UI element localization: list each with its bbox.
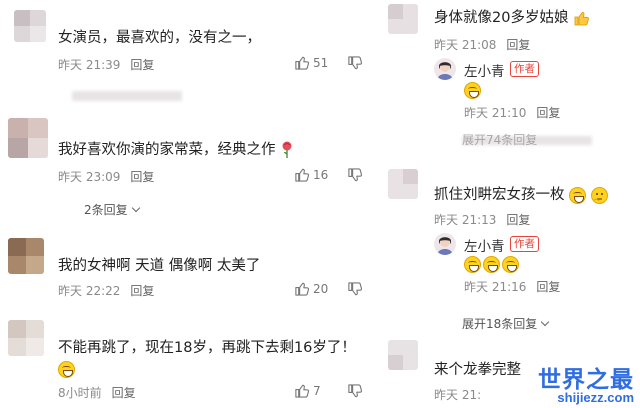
reply-button[interactable]: 回复 <box>536 106 560 120</box>
like-button[interactable]: 7 <box>294 383 321 398</box>
comment-meta: 8小时前 回复 <box>58 384 136 401</box>
comment-time: 昨天 21: <box>434 388 482 402</box>
grinning-emoji-icon <box>483 256 500 273</box>
avatar[interactable] <box>388 4 418 34</box>
avatar[interactable] <box>388 169 418 199</box>
avatar[interactable] <box>8 320 44 356</box>
thumbs-up-icon <box>295 168 309 182</box>
blurred-region <box>72 91 182 101</box>
comment-item: 女演员，最喜欢的，没有之一， 昨天 21:39 回复 51 <box>0 0 382 90</box>
avatar[interactable] <box>8 238 44 274</box>
avatar[interactable] <box>14 10 46 42</box>
reply-button[interactable]: 回复 <box>112 386 136 400</box>
comment-text: 抓住刘畊宏女孩一枚 <box>434 185 608 205</box>
reply-meta: 昨天 21:16 回复 <box>464 278 560 295</box>
comment-meta: 昨天 21:13 回复 <box>434 211 530 228</box>
author-avatar-image <box>437 62 453 80</box>
site-watermark: 世界之最 shijiezz.com <box>538 360 634 405</box>
chevron-down-icon <box>541 317 550 327</box>
comment-meta: 昨天 21: <box>434 386 481 403</box>
reply-time: 昨天 21:10 <box>464 106 527 120</box>
thumbs-up-emoji-icon <box>574 12 589 26</box>
comment-time: 昨天 21:08 <box>434 38 497 52</box>
laughing-emoji-icon <box>58 361 75 378</box>
comment-time: 昨天 23:09 <box>58 170 121 184</box>
thumbs-up-icon <box>295 384 309 398</box>
like-count: 20 <box>313 281 329 296</box>
like-count: 51 <box>313 55 329 70</box>
thinking-emoji-icon <box>590 186 608 204</box>
thumbs-up-icon <box>295 56 309 70</box>
thumbs-down-icon[interactable] <box>347 282 362 297</box>
like-button[interactable]: 51 <box>294 55 328 70</box>
thumbs-up-icon <box>295 282 309 296</box>
comment-item: 抓住刘畊宏女孩一枚 昨天 21:13 回复 左小青 作者 昨天 21:16 回复 展… <box>382 165 640 335</box>
comment-meta: 昨天 21:08 回复 <box>434 36 530 53</box>
like-count: 16 <box>313 167 329 182</box>
like-count: 7 <box>313 383 321 398</box>
chevron-down-icon <box>131 203 140 213</box>
comment-text: 我好喜欢你演的家常菜，经典之作 <box>58 140 294 160</box>
comment-time: 昨天 21:13 <box>434 213 497 227</box>
emoji-group <box>464 256 519 273</box>
comment-text: 我的女神啊 天道 偶像啊 太美了 <box>58 258 261 274</box>
expand-replies-button[interactable]: 展开74条回复 <box>462 131 537 148</box>
comment-time: 8小时前 <box>58 386 102 400</box>
comment-item: 不能再跳了，现在18岁，再跳下去剩16岁了！ 8小时前 回复 7 <box>0 312 382 408</box>
reply-button[interactable]: 回复 <box>130 58 154 72</box>
comment-list-right: 身体就像20多岁姑娘 昨天 21:08 回复 左小青 作者 昨天 21:10 回复 … <box>382 0 640 408</box>
grinning-emoji-icon <box>464 256 481 273</box>
author-avatar[interactable] <box>434 58 456 80</box>
thumbs-down-icon[interactable] <box>347 384 362 399</box>
reply-button[interactable]: 回复 <box>130 284 154 298</box>
laughing-emoji-icon <box>464 82 481 99</box>
comment-item: 身体就像20多岁姑娘 昨天 21:08 回复 左小青 作者 昨天 21:10 回复 … <box>382 0 640 160</box>
comment-text: 不能再跳了，现在18岁，再跳下去剩16岁了！ <box>58 340 356 356</box>
like-button[interactable]: 20 <box>294 281 328 296</box>
comment-item: 我的女神啊 天道 偶像啊 太美了 昨天 22:22 回复 20 <box>0 228 382 308</box>
reply-button[interactable]: 回复 <box>536 280 560 294</box>
comment-text: 身体就像20多岁姑娘 <box>434 8 589 28</box>
comment-text: 女演员，最喜欢的，没有之一， <box>58 30 261 46</box>
reply-meta: 昨天 21:10 回复 <box>464 104 560 121</box>
thumbs-down-icon[interactable] <box>347 56 362 71</box>
author-reply: 左小青 作者 昨天 21:16 回复 <box>434 231 634 295</box>
author-badge: 作者 <box>510 61 539 77</box>
expand-replies-button[interactable]: 展开18条回复 <box>462 315 550 332</box>
expand-replies-button[interactable]: 2条回复 <box>84 201 140 218</box>
author-reply: 左小青 作者 昨天 21:10 回复 <box>434 56 634 122</box>
author-avatar[interactable] <box>434 233 456 255</box>
grinning-emoji-icon <box>569 186 587 204</box>
rose-icon <box>282 141 292 158</box>
comment-list-left: 女演员，最喜欢的，没有之一， 昨天 21:39 回复 51 我好喜欢你演的家常菜，… <box>0 0 382 408</box>
comment-meta: 昨天 23:09 回复 <box>58 168 154 185</box>
comment-meta: 昨天 21:39 回复 <box>58 56 154 73</box>
comment-text: 来个龙拳完整 <box>434 362 521 378</box>
watermark-title: 世界之最 <box>538 367 634 393</box>
comment-time: 昨天 22:22 <box>58 284 121 298</box>
avatar[interactable] <box>388 340 418 370</box>
reply-button[interactable]: 回复 <box>506 213 530 227</box>
like-button[interactable]: 16 <box>294 167 328 182</box>
comment-meta: 昨天 22:22 回复 <box>58 282 154 299</box>
comment-time: 昨天 21:39 <box>58 58 121 72</box>
author-avatar-image <box>437 237 453 255</box>
author-badge: 作者 <box>510 236 539 252</box>
comment-item: 我好喜欢你演的家常菜，经典之作 昨天 23:09 回复 16 2条回复 <box>0 110 382 220</box>
reply-time: 昨天 21:16 <box>464 280 527 294</box>
grinning-emoji-icon <box>502 256 519 273</box>
reply-button[interactable]: 回复 <box>506 38 530 52</box>
thumbs-down-icon[interactable] <box>347 168 362 183</box>
avatar[interactable] <box>8 118 48 158</box>
author-name[interactable]: 左小青 <box>464 235 505 255</box>
author-name[interactable]: 左小青 <box>464 60 505 80</box>
reply-button[interactable]: 回复 <box>130 170 154 184</box>
